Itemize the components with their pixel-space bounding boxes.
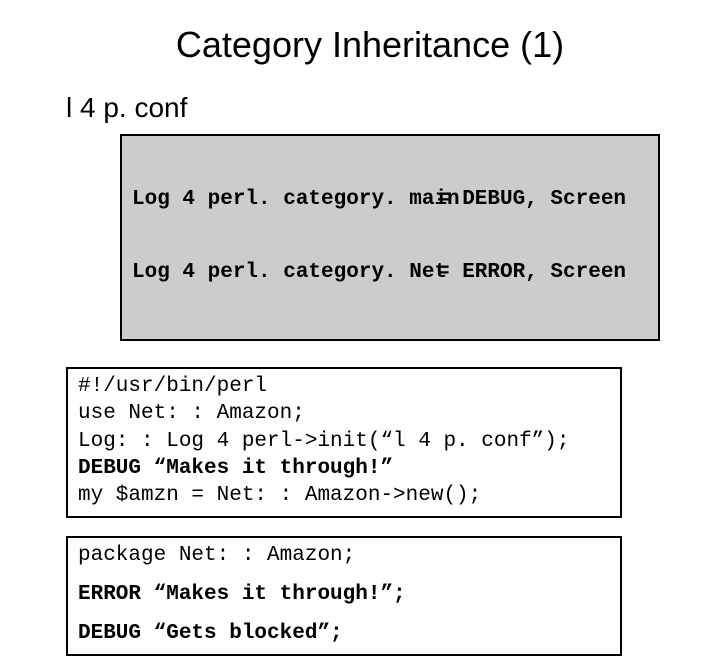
config-line: Log 4 perl. category. main = DEBUG, Scre… [132, 188, 648, 212]
code-line-emphasis: DEBUG “Makes it through!” [78, 455, 610, 482]
config-line: Log 4 perl. category. Net = ERROR, Scree… [132, 261, 648, 285]
script-code-box: #!/usr/bin/perl use Net: : Amazon; Log: … [66, 367, 622, 517]
package-code-box: package Net: : Amazon; ERROR “Makes it t… [66, 536, 622, 656]
slide: Category Inheritance (1) l 4 p. conf Log… [0, 0, 720, 540]
code-line-emphasis: ERROR “Makes it through!”; [78, 581, 610, 608]
slide-title: Category Inheritance (1) [60, 24, 680, 66]
config-value: = ERROR, Screen [437, 261, 626, 285]
code-line: #!/usr/bin/perl [78, 373, 610, 400]
code-line: Log: : Log 4 perl->init(“l 4 p. conf”); [78, 428, 610, 455]
config-filename: l 4 p. conf [66, 92, 680, 124]
config-code-box: Log 4 perl. category. main = DEBUG, Scre… [120, 134, 660, 341]
config-key: Log 4 perl. category. Net [132, 261, 437, 285]
config-value: = DEBUG, Screen [437, 188, 626, 212]
config-key: Log 4 perl. category. main [132, 188, 437, 212]
code-line-emphasis: DEBUG “Gets blocked”; [78, 620, 610, 647]
code-line: my $amzn = Net: : Amazon->new(); [78, 482, 610, 509]
code-line: use Net: : Amazon; [78, 400, 610, 427]
code-line: package Net: : Amazon; [78, 542, 610, 569]
